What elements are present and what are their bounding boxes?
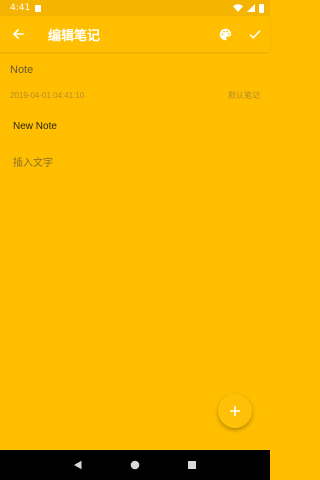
check-icon [249,30,261,39]
note-heading[interactable]: New Note [13,121,57,132]
nav-back-button[interactable] [68,455,88,475]
page-title: 编辑笔记 [48,28,101,44]
arrow-back-icon [12,28,24,40]
add-button[interactable] [218,394,252,428]
sd-card-icon [35,4,42,12]
status-bar: 4:41 [0,0,270,16]
home-circle-icon [130,460,140,470]
note-title-field[interactable]: Note [10,64,260,76]
nav-home-button[interactable] [125,455,145,475]
note-body-input[interactable]: 插入文字 [13,154,53,169]
note-category[interactable]: 默认笔记 [228,90,260,101]
back-button[interactable] [0,16,36,52]
note-timestamp: 2019-04-01 04:41:10 [10,91,85,100]
wifi-icon [233,4,243,12]
battery-icon [259,3,264,13]
status-left: 4:41 [10,3,42,13]
note-meta-row: 2019-04-01 04:41:10 默认笔记 [10,90,260,101]
recents-square-icon [187,461,196,469]
confirm-button[interactable] [240,16,270,52]
status-time: 4:41 [10,3,31,13]
navigation-bar [0,450,270,480]
note-editor-screen: 4:41 编辑笔记 Note 2019-04-01 04:41:10 默认笔记 … [0,0,270,480]
plus-icon [230,406,240,416]
toolbar: 编辑笔记 [0,16,270,52]
palette-icon [219,28,231,40]
nav-recents-button[interactable] [182,455,202,475]
signal-icon [247,4,255,12]
back-triangle-icon [74,460,82,470]
palette-button[interactable] [210,16,240,52]
status-right [233,3,264,13]
